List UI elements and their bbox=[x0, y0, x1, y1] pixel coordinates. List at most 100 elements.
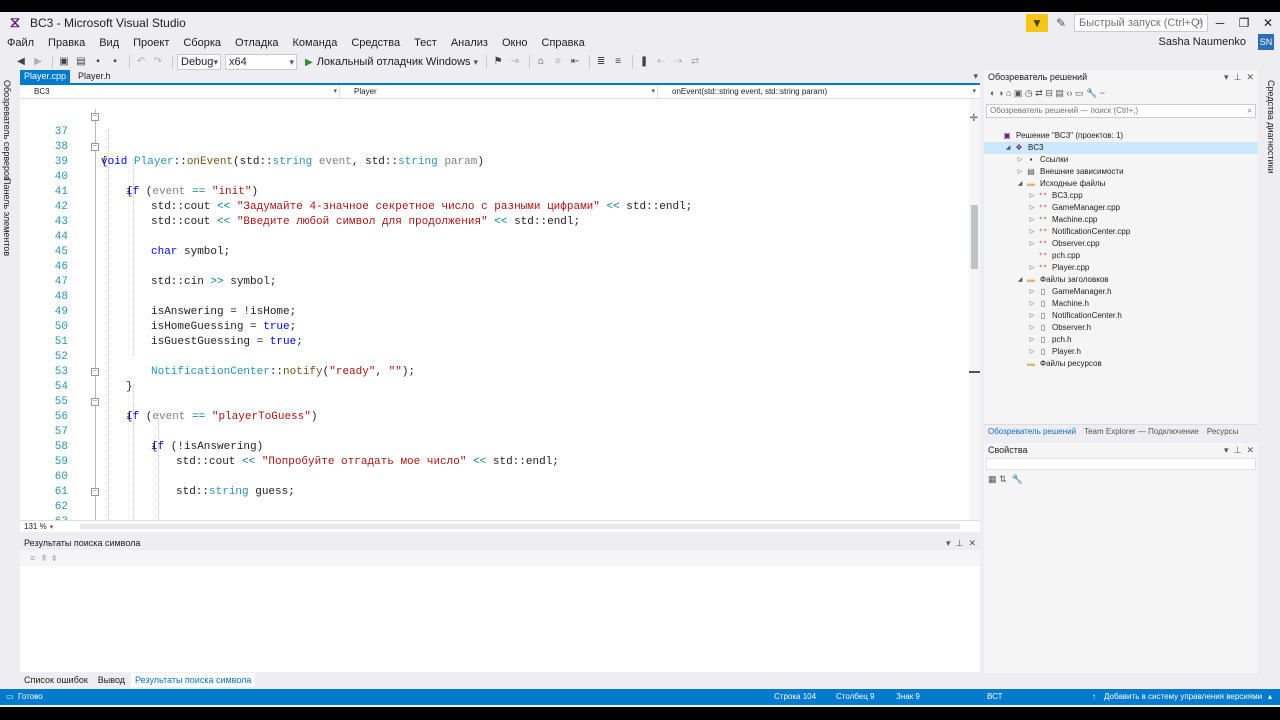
tab-solution-explorer[interactable]: Обозреватель решений bbox=[984, 425, 1080, 438]
undo-icon[interactable]: ↶ bbox=[134, 55, 148, 69]
tab-output[interactable]: Вывод bbox=[94, 673, 129, 687]
collapse-icon[interactable]: − bbox=[91, 398, 99, 406]
redo-icon[interactable]: ↷ bbox=[151, 55, 165, 69]
solution-search-input[interactable]: Обозреватель решений — поиск (Ctrl+;) ⌕ bbox=[986, 104, 1256, 118]
back-icon[interactable]: ◀ bbox=[14, 55, 28, 69]
tab-find-symbol-results[interactable]: Результаты поиска символа bbox=[131, 673, 256, 687]
tree-item[interactable]: ▷ ▯ Player.h bbox=[984, 346, 1258, 358]
zoom-level[interactable]: 131 % bbox=[24, 522, 47, 531]
split-editor-icon[interactable]: ✛ bbox=[970, 113, 978, 124]
clear-bookmarks-icon[interactable]: ⇄ bbox=[688, 55, 702, 69]
next-result-icon[interactable]: ⇟ bbox=[50, 553, 58, 564]
categorized-icon[interactable]: ▦ bbox=[988, 474, 997, 485]
collapsed-arrow-icon[interactable]: ▷ bbox=[1028, 298, 1036, 310]
previous-result-icon[interactable]: ⇞ bbox=[40, 553, 48, 564]
scope-select[interactable]: Player bbox=[340, 85, 658, 98]
align-icon[interactable]: ≡ bbox=[551, 55, 565, 69]
collapsed-arrow-icon[interactable]: ▷ bbox=[1028, 334, 1036, 346]
prev-bookmark-icon[interactable]: ⇠ bbox=[654, 55, 668, 69]
chevron-down-icon[interactable]: ▾ bbox=[50, 523, 54, 531]
debug-tools-icon[interactable]: ⚑ bbox=[491, 55, 505, 69]
collapsed-arrow-icon[interactable]: ▷ bbox=[1028, 202, 1036, 214]
code-view-icon[interactable]: ‹› bbox=[1066, 88, 1072, 98]
status-line[interactable]: Строка 104 bbox=[774, 689, 816, 705]
tree-item[interactable]: ◢ ❖ BC3 bbox=[984, 142, 1258, 154]
horizontal-scrollbar[interactable] bbox=[80, 524, 960, 529]
tree-item[interactable]: ▷ ▪ Ссылки bbox=[984, 154, 1258, 166]
close-icon[interactable]: ✕ bbox=[968, 538, 976, 548]
results-list[interactable] bbox=[20, 566, 980, 672]
bookmark-icon[interactable]: ❚ bbox=[637, 55, 651, 69]
platform-select[interactable]: x64 bbox=[225, 54, 297, 70]
minimize-icon[interactable]: ─ bbox=[1208, 16, 1232, 30]
collapsed-arrow-icon[interactable]: ▷ bbox=[1028, 262, 1036, 274]
collapse-icon[interactable]: − bbox=[91, 113, 99, 121]
tree-item[interactable]: ▷ ⁺⁺ Observer.cpp bbox=[984, 238, 1258, 250]
tree-item[interactable]: ▷ ▤ Внешние зависимости bbox=[984, 166, 1258, 178]
property-pages-icon[interactable]: 🔧 bbox=[1012, 474, 1023, 485]
collapsed-arrow-icon[interactable]: ▷ bbox=[1028, 322, 1036, 334]
collapsed-arrow-icon[interactable]: ▷ bbox=[1028, 226, 1036, 238]
status-insert-mode[interactable]: ВСТ bbox=[987, 689, 1002, 705]
tree-item[interactable]: ◢ ▬ Файлы заголовков bbox=[984, 274, 1258, 286]
tree-item[interactable]: ▬ Файлы ресурсов bbox=[984, 358, 1258, 370]
dropdown-icon[interactable]: ▾ bbox=[946, 538, 951, 548]
pin-icon[interactable]: ⊥ bbox=[956, 538, 964, 548]
switch-views-icon[interactable]: ▣ bbox=[1014, 88, 1023, 99]
tree-item[interactable]: ▷ ▯ GameManager.h bbox=[984, 286, 1258, 298]
menu-project[interactable]: Проект bbox=[126, 37, 176, 49]
notifications-filter-icon[interactable]: ▼ bbox=[1026, 14, 1048, 32]
tab-player-cpp[interactable]: Player.cpp bbox=[20, 70, 71, 83]
collapse-icon[interactable]: − bbox=[91, 368, 99, 376]
home-icon[interactable]: ⌂ bbox=[1006, 88, 1011, 98]
tree-item[interactable]: ▷ ⁺⁺ Machine.cpp bbox=[984, 214, 1258, 226]
collapsed-arrow-icon[interactable]: ▷ bbox=[1028, 346, 1036, 358]
preview-icon[interactable]: ▭ bbox=[1075, 88, 1084, 99]
close-icon[interactable]: ✕ bbox=[1246, 445, 1254, 455]
quick-launch-input[interactable]: Быстрый запуск (Ctrl+Q) ⌕ bbox=[1074, 14, 1208, 32]
user-name[interactable]: Sasha Naumenko bbox=[1159, 36, 1246, 48]
tab-team-explorer[interactable]: Team Explorer — Подключение bbox=[1080, 425, 1203, 438]
close-icon[interactable]: ✕ bbox=[1256, 16, 1280, 30]
tree-item[interactable]: ▷ ⁺⁺ NotificationCenter.cpp bbox=[984, 226, 1258, 238]
expanded-arrow-icon[interactable]: ◢ bbox=[1016, 274, 1024, 286]
minimize-pane-icon[interactable]: − bbox=[1100, 88, 1105, 98]
tree-item[interactable]: ⁺⁺ pch.cpp bbox=[984, 250, 1258, 262]
menu-build[interactable]: Сборка bbox=[176, 37, 228, 49]
tree-item[interactable]: ▣ Решение "BC3" (проектов: 1) bbox=[984, 130, 1258, 142]
feedback-icon[interactable]: ✎ bbox=[1052, 16, 1070, 30]
menu-analyze[interactable]: Анализ bbox=[444, 37, 495, 49]
tab-list-dropdown-icon[interactable]: ▾ bbox=[973, 71, 978, 82]
menu-window[interactable]: Окно bbox=[495, 37, 535, 49]
uncomment-icon[interactable]: ≡ bbox=[611, 55, 625, 69]
collapsed-arrow-icon[interactable]: ▷ bbox=[1016, 166, 1024, 178]
vertical-scrollbar[interactable]: ✛ bbox=[969, 99, 980, 520]
code-editor[interactable]: 37 − void Player::onEvent(std::string ev… bbox=[20, 99, 980, 520]
menu-tools[interactable]: Средства bbox=[344, 37, 407, 49]
menu-help[interactable]: Справка bbox=[535, 37, 592, 49]
tree-item[interactable]: ▷ ▯ pch.h bbox=[984, 334, 1258, 346]
expanded-arrow-icon[interactable]: ◢ bbox=[1004, 142, 1012, 154]
tree-item[interactable]: ▷ ▯ Observer.h bbox=[984, 322, 1258, 334]
collapsed-arrow-icon[interactable]: ▷ bbox=[1028, 238, 1036, 250]
menu-team[interactable]: Команда bbox=[286, 37, 345, 49]
collapsed-arrow-icon[interactable]: ▷ bbox=[1028, 310, 1036, 322]
step-icon[interactable]: ⇥ bbox=[508, 55, 522, 69]
chevron-down-icon[interactable]: ▾ bbox=[474, 57, 479, 68]
tab-diagnostic-tools[interactable]: Средства диагностики bbox=[1266, 80, 1276, 174]
indent-icon[interactable]: ⇤ bbox=[568, 55, 582, 69]
pin-icon[interactable]: ⊥ bbox=[1234, 72, 1242, 82]
tree-item[interactable]: ▷ ▯ Machine.h bbox=[984, 298, 1258, 310]
menu-file[interactable]: Файл bbox=[0, 37, 41, 49]
new-project-icon[interactable]: ▣ bbox=[57, 55, 71, 69]
avatar[interactable]: SN bbox=[1258, 34, 1274, 50]
properties-icon[interactable]: 🔧 bbox=[1086, 88, 1097, 99]
collapse-icon[interactable]: − bbox=[91, 143, 99, 151]
status-column[interactable]: Столбец 9 bbox=[836, 689, 875, 705]
configuration-select[interactable]: Debug bbox=[177, 54, 221, 70]
dropdown-icon[interactable]: ▾ bbox=[1224, 72, 1229, 82]
notifications-icon[interactable]: ▴ bbox=[1268, 689, 1272, 705]
menu-view[interactable]: Вид bbox=[92, 37, 126, 49]
save-all-icon[interactable]: ▪ bbox=[108, 55, 122, 69]
pending-changes-icon[interactable]: ◷ bbox=[1025, 88, 1033, 99]
